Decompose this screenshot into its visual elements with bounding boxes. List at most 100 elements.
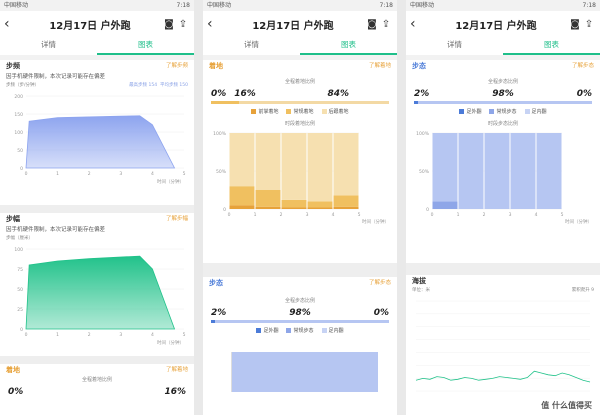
legend-supination: 足外翻	[459, 108, 481, 117]
app-header: ‹ 12月17日 户外跑 ◙ ⇪	[406, 11, 600, 37]
x-tick-label: 0	[228, 212, 231, 218]
x-tick-label: 1	[56, 171, 59, 177]
watermark: 值 什么值得买	[539, 400, 594, 411]
legend-pronation: 足内翻	[524, 108, 547, 117]
tab-details[interactable]: 详情	[203, 37, 300, 55]
x-tick-label: 0	[25, 171, 28, 177]
legend-avg: 平均步频 150	[159, 83, 188, 88]
x-tick-label: 2	[88, 171, 91, 177]
x-tick-label: 4	[332, 212, 335, 218]
altitude-section: 海拔 单位：米 累积爬升 9 值 什么值得买	[406, 275, 600, 415]
carrier-text: 中国移动	[207, 2, 232, 9]
carrier-text: 中国移动	[4, 2, 29, 9]
status-bar: 中国移动 7:18	[0, 0, 194, 11]
landing-section: 着地 了解着地 全程着地比例 0% 16% 84% 前掌着地 常规着地 后跟着地…	[203, 60, 397, 263]
overall-label: 全程步态比例	[284, 298, 315, 304]
tab-charts[interactable]: 图表	[503, 37, 600, 55]
learn-more-link[interactable]: 了解着地	[369, 60, 391, 72]
x-tick-label: 2	[483, 212, 486, 218]
legend-supination: 足外翻	[256, 327, 278, 336]
bar-segment	[432, 133, 458, 202]
gait-period-chart-peek	[231, 352, 378, 392]
cumulative-climb: 累积爬升 9	[571, 288, 594, 293]
bar-segment	[281, 199, 307, 208]
share-icon[interactable]: ⇪	[582, 19, 596, 30]
bar-segment	[255, 206, 281, 209]
x-axis-label: 时间（分钟）	[565, 218, 592, 225]
gait-ratio-bar	[414, 101, 592, 104]
x-tick-label: 4	[151, 332, 154, 338]
bar-segment	[307, 133, 333, 202]
y-tick-label: 75	[17, 267, 23, 273]
section-title: 步态	[412, 62, 426, 70]
tab-details[interactable]: 详情	[0, 37, 97, 55]
legend-normal: 常规步态	[286, 327, 314, 336]
learn-more-link[interactable]: 了解步幅	[166, 213, 188, 225]
page-title: 12月17日 户外跑	[252, 20, 334, 32]
x-tick-label: 1	[457, 212, 460, 218]
pct-value: 16%	[164, 387, 186, 397]
bar-segment	[333, 133, 359, 196]
overall-label: 全程着地比例	[81, 377, 112, 383]
y-tick-label: 100	[14, 130, 23, 136]
x-tick-label: 0	[25, 332, 28, 338]
pct-normal: 98%	[492, 89, 514, 99]
x-tick-label: 4	[151, 171, 154, 177]
camera-icon[interactable]: ◙	[365, 19, 379, 30]
x-tick-label: 5	[183, 332, 186, 338]
pct-forefoot: 0%	[211, 89, 227, 99]
share-icon[interactable]: ⇪	[176, 19, 190, 30]
share-icon[interactable]: ⇪	[379, 19, 393, 30]
hardware-note: 因手机硬件限制，本次记录可能存在偏差	[6, 74, 106, 80]
learn-more-link[interactable]: 了解着地	[166, 364, 188, 376]
learn-more-link[interactable]: 了解步态	[369, 277, 391, 289]
period-label: 时段着地比例	[284, 121, 315, 127]
x-tick-label: 1	[56, 332, 59, 338]
bar-segment	[255, 190, 281, 207]
bar-segment	[484, 133, 510, 209]
unit-label: 步幅（厘米）	[6, 236, 33, 241]
tab-details[interactable]: 详情	[406, 37, 503, 55]
back-arrow-icon[interactable]: ‹	[207, 16, 221, 32]
camera-icon[interactable]: ◙	[162, 19, 176, 30]
back-arrow-icon[interactable]: ‹	[410, 16, 424, 32]
bar-segment	[333, 206, 359, 209]
y-tick-label: 150	[14, 112, 23, 118]
step-frequency-chart: 0 50 100 150 200 0 1 2 3 4 5时间（分钟）	[14, 94, 185, 185]
learn-more-link[interactable]: 了解步态	[572, 60, 594, 72]
y-tick-label: 50	[17, 148, 23, 154]
x-axis-label: 时间（分钟）	[157, 339, 184, 346]
learn-more-link[interactable]: 了解步频	[166, 60, 188, 72]
y-tick-label: 200	[14, 94, 23, 100]
step-frequency-section: 步频 了解步频 因手机硬件限制，本次记录可能存在偏差 步频（步/分钟） 最高步频…	[0, 60, 194, 205]
camera-icon[interactable]: ◙	[568, 19, 582, 30]
bar-segment	[229, 133, 255, 187]
tab-charts[interactable]: 图表	[97, 37, 194, 55]
unit-label: 单位：米	[412, 288, 430, 293]
pct-pronation: 0%	[373, 308, 389, 318]
page-title: 12月17日 户外跑	[49, 20, 131, 32]
bar-segment	[307, 201, 333, 208]
legend-normal: 常规步态	[489, 108, 517, 117]
section-gap	[203, 263, 397, 277]
stride-chart: 0 25 50 75 100 0 1 2 3 4 5时间（分钟）	[14, 247, 186, 346]
hardware-note: 因手机硬件限制，本次记录可能存在偏差	[6, 227, 106, 233]
y-tick-label: 0	[223, 207, 226, 213]
screenshot-collage: 中国移动 7:18 ‹ 12月17日 户外跑 ◙ ⇪ 详情 图表 步频 了解步频…	[0, 0, 600, 415]
y-tick-label: 50	[17, 287, 23, 293]
tab-charts[interactable]: 图表	[300, 37, 397, 55]
app-header: ‹ 12月17日 户外跑 ◙ ⇪	[0, 11, 194, 37]
section-title: 步频	[6, 62, 20, 70]
altitude-chart	[415, 300, 591, 392]
y-tick-label: 0	[426, 207, 429, 213]
y-tick-label: 25	[17, 307, 23, 313]
back-arrow-icon[interactable]: ‹	[4, 16, 18, 32]
overall-label: 全程步态比例	[487, 79, 518, 85]
x-tick-label: 3	[119, 332, 122, 338]
screen-1: 中国移动 7:18 ‹ 12月17日 户外跑 ◙ ⇪ 详情 图表 步频 了解步频…	[0, 0, 194, 415]
y-tick-label: 50%	[216, 169, 227, 175]
time-text: 7:18	[379, 2, 393, 9]
area-series	[25, 115, 176, 169]
bar-segment	[229, 205, 255, 209]
screen-2: 中国移动 7:18 ‹ 12月17日 户外跑 ◙ ⇪ 详情 图表 着地 了解着地…	[203, 0, 397, 415]
